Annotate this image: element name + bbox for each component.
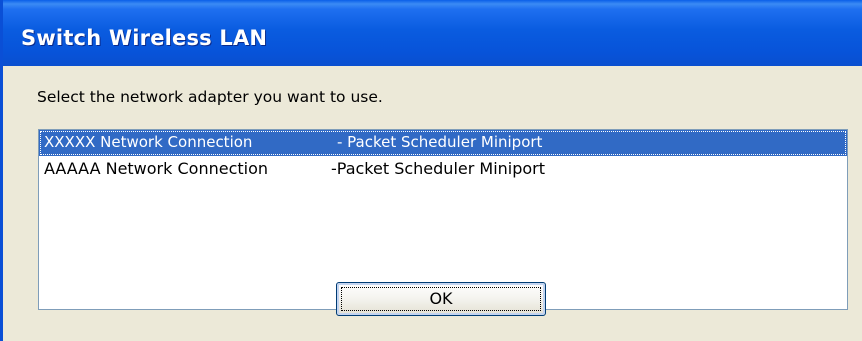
adapter-name: AAAAA Network Connection — [44, 159, 269, 178]
switch-wireless-lan-dialog: Switch Wireless LAN Select the network a… — [0, 0, 862, 341]
adapter-list-item-aaaaa[interactable]: AAAAA Network Connection -Packet Schedul… — [39, 156, 847, 182]
adapter-driver: -Packet Scheduler Miniport — [331, 159, 546, 178]
window-title: Switch Wireless LAN — [21, 26, 268, 50]
ok-button-label: OK — [429, 289, 453, 308]
title-bar[interactable]: Switch Wireless LAN — [3, 0, 862, 66]
ok-button[interactable]: OK — [336, 282, 546, 316]
dialog-body: Select the network adapter you want to u… — [3, 66, 862, 341]
adapter-name: XXXXX Network Connection — [44, 133, 253, 151]
adapter-list-item-xxxxx[interactable]: XXXXX Network Connection - Packet Schedu… — [39, 130, 847, 156]
adapter-driver: - Packet Scheduler Miniport — [337, 133, 543, 151]
prompt-text: Select the network adapter you want to u… — [37, 88, 383, 106]
